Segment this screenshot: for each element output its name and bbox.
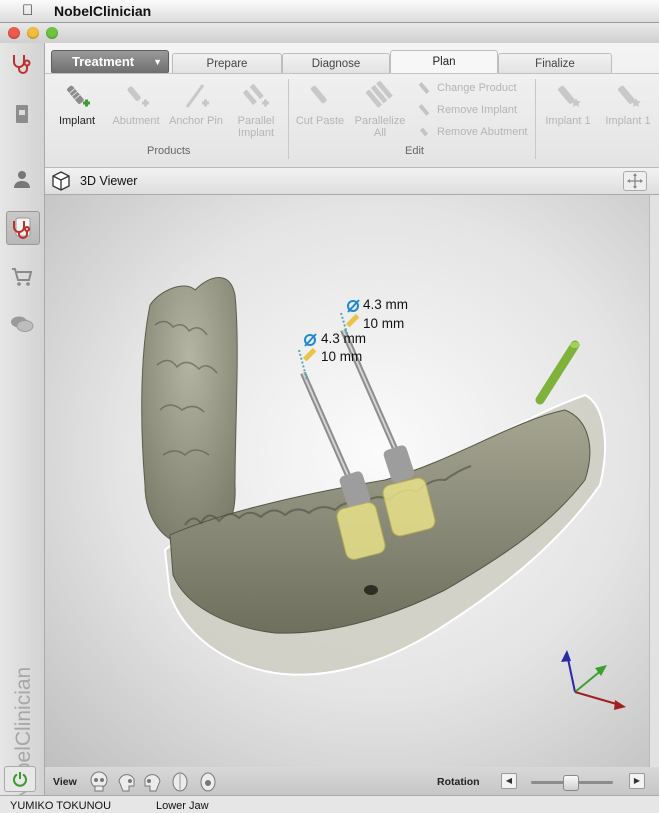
implant-tool-button[interactable]: Implant <box>47 81 107 127</box>
app-name[interactable]: NobelClinician <box>54 3 151 19</box>
anchor-pin-tool-label: Anchor Pin <box>169 115 223 127</box>
power-button[interactable] <box>4 766 36 792</box>
skull-left-icon[interactable] <box>115 771 137 793</box>
cube-icon <box>52 171 70 191</box>
viewer-resize-handle[interactable] <box>649 195 659 767</box>
sidebar-item-stethoscope[interactable] <box>6 48 38 80</box>
tab-plan[interactable]: Plan <box>390 50 498 74</box>
implant-tool-label: Implant <box>58 115 96 127</box>
patient-icon <box>14 171 30 188</box>
parallelize-all-tool-button[interactable]: Parallelize All <box>350 81 410 139</box>
viewer-move-button[interactable] <box>623 171 647 191</box>
implant-star-icon <box>618 85 641 107</box>
cart-icon <box>12 268 33 286</box>
change-product-label: Change Product <box>437 82 517 94</box>
remove-implant-icon <box>418 104 430 116</box>
ribbon-separator <box>535 79 536 159</box>
implant-1-button-2[interactable]: Implant 1 <box>598 81 658 127</box>
minimize-window-button[interactable] <box>27 27 39 39</box>
ribbon-toolbar: Treatment ▼ Prepare Diagnose Plan Finali… <box>45 43 659 168</box>
change-product-icon <box>418 82 430 94</box>
implant-star-icon <box>558 85 581 107</box>
patient-name: YUMIKO TOKUNOU <box>10 800 112 812</box>
ribbon-separator <box>288 79 289 159</box>
implant-measure-diameter: 4.3 mm <box>363 297 409 312</box>
move-arrows-icon <box>627 173 643 189</box>
implant-measure-length: 10 mm <box>363 316 405 331</box>
tab-finalize[interactable]: Finalize <box>498 53 612 73</box>
jaw-label: Lower Jaw <box>156 800 209 812</box>
left-sidebar: NobelClinician <box>0 43 45 801</box>
implant-1-label: Implant 1 <box>545 115 591 127</box>
abutment-tool-label: Abutment <box>112 115 160 127</box>
treatment-icon <box>13 217 31 239</box>
tab-diagnose[interactable]: Diagnose <box>282 53 390 73</box>
skull-bottom-icon[interactable] <box>197 771 219 793</box>
viewer-header: 3D Viewer <box>45 168 659 195</box>
abutment-tool-button[interactable]: Abutment <box>106 81 166 127</box>
skull-top-icon[interactable] <box>169 771 191 793</box>
treatment-mode-button[interactable]: Treatment ▼ <box>51 50 169 74</box>
cut-paste-icon <box>310 85 327 104</box>
abutment-add-icon <box>127 86 149 107</box>
implant-measure-diameter: 4.3 mm <box>321 331 367 346</box>
tab-prepare[interactable]: Prepare <box>172 53 282 73</box>
sidebar-item-document[interactable] <box>6 98 38 130</box>
view-label: View <box>53 776 77 788</box>
edit-group-label: Edit <box>405 145 424 157</box>
skull-right-icon[interactable] <box>142 771 164 793</box>
remove-abutment-label: Remove Abutment <box>437 126 528 138</box>
cut-paste-tool-button[interactable]: Cut Paste <box>290 81 350 127</box>
implant-measure-length: 10 mm <box>321 349 363 364</box>
rotation-label: Rotation <box>437 776 480 788</box>
skull-front-icon[interactable] <box>88 771 110 793</box>
sidebar-item-patient[interactable] <box>6 163 38 195</box>
treatment-mode-label: Treatment <box>72 54 135 69</box>
3d-viewport[interactable]: 4.3 mm 10 mm 4.3 mm 10 mm <box>45 195 649 767</box>
parallelize-all-tool-label: Parallelize All <box>354 115 406 139</box>
implant-1-label: Implant 1 <box>605 115 651 127</box>
remove-implant-label: Remove Implant <box>437 104 518 116</box>
implant-add-icon <box>67 85 90 107</box>
status-bar: YUMIKO TOKUNOU Lower Jaw <box>0 795 659 813</box>
parallel-implant-icon <box>242 83 269 107</box>
parallel-implant-tool-button[interactable]: Parallel Implant <box>226 81 286 139</box>
zoom-window-button[interactable] <box>46 27 58 39</box>
power-icon <box>13 772 27 787</box>
cut-paste-tool-label: Cut Paste <box>295 115 345 127</box>
apple-icon[interactable]:  <box>22 2 33 19</box>
viewer-title: 3D Viewer <box>80 174 138 188</box>
sidebar-item-treatment[interactable] <box>6 211 40 245</box>
chevron-down-icon: ▼ <box>153 57 162 67</box>
stethoscope-icon <box>13 55 31 74</box>
menu-bar:  NobelClinician <box>0 0 659 23</box>
document-icon <box>16 105 28 123</box>
products-group-label: Products <box>147 145 191 157</box>
sidebar-item-chat[interactable] <box>6 308 38 340</box>
chat-icon <box>11 316 34 332</box>
sidebar-item-cart[interactable] <box>6 261 38 293</box>
rotation-slider-thumb[interactable] <box>563 775 579 791</box>
remove-abutment-icon <box>419 127 429 137</box>
rotate-right-button[interactable]: ▶ <box>629 773 645 789</box>
view-toolbar: View Rotation ◀ ▶ <box>45 767 659 795</box>
parallel-implant-tool-label: Parallel Implant <box>237 115 275 139</box>
implant-1-button[interactable]: Implant 1 <box>538 81 598 127</box>
anchor-pin-add-icon <box>185 84 209 108</box>
close-window-button[interactable] <box>8 27 20 39</box>
anchor-pin-tool-button[interactable]: Anchor Pin <box>166 81 226 127</box>
parallelize-all-icon <box>365 81 393 108</box>
rotate-left-button[interactable]: ◀ <box>501 773 517 789</box>
window-titlebar <box>0 23 659 43</box>
jaw-3d-model[interactable] <box>45 195 649 767</box>
